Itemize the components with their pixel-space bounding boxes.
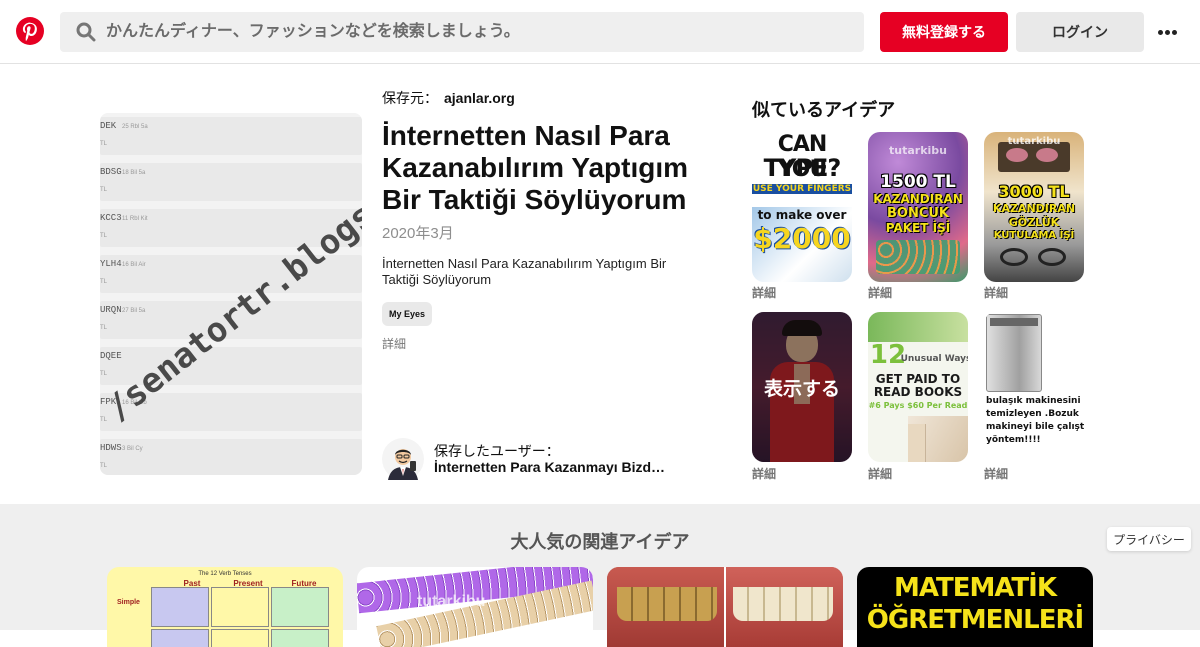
row-code: DEK [100, 121, 117, 131]
row-tl: TL [100, 371, 108, 377]
saved-by-user-name[interactable]: İnternetten Para Kazanmayı Bizd… [434, 459, 674, 475]
related-card-2-watermark: tutarkibu [417, 593, 486, 610]
card-1-line-5: $2000 [753, 222, 851, 255]
pin-image-row: HDWS 3 Bil Cy TL [100, 439, 362, 475]
similar-card-1-details[interactable]: 詳細 [752, 284, 776, 301]
row-code: KCC3 [100, 213, 122, 223]
row-sub: 16 Bil Air [122, 262, 146, 268]
related-ideas-section: 大人気の関連アイデア プライバシー The 12 Verb Tenses Pas… [0, 504, 1200, 647]
pin-date: 2020年3月 [382, 225, 454, 242]
card-5-line-5: #6 Pays $60 Per Read [868, 401, 968, 410]
pin-details-link[interactable]: 詳細 [382, 335, 406, 352]
card-2-line-2: KAZANDIRAN [873, 192, 963, 206]
related-card-4-line-2: ÖĞRETMENLERİ [866, 605, 1084, 635]
card-3-watermark: tutarkibu [1007, 136, 1061, 147]
search-input[interactable] [106, 12, 846, 52]
similar-card-2-details[interactable]: 詳細 [868, 284, 892, 301]
row-sub: 25 Rbl 5a [122, 124, 148, 130]
row-code: HDWS [100, 443, 122, 453]
pin-source: 保存元： ajanlar.org [382, 88, 515, 108]
row-code: YLH4 [100, 259, 122, 269]
similar-card-1[interactable]: CAN YOU TYPE? USE YOUR FINGERS to make o… [752, 132, 852, 282]
row-sub: 11 Rbl Kit [122, 216, 148, 222]
similar-card-2[interactable]: tutarkibu 1500 TL KAZANDIRAN BONCUK PAKE… [868, 132, 968, 282]
card-6-line-3: makineyi bile çalıştıra [986, 422, 1084, 432]
pin-title: İnternetten Nasıl Para Kazanabılırım Yap… [382, 120, 689, 215]
related-card-3[interactable] [607, 567, 843, 647]
top-header: 無料登録する ログイン [0, 0, 1200, 64]
verb-tenses-title: The 12 Verb Tenses [198, 571, 252, 577]
row-sub: 18 Bil 5a [122, 170, 146, 176]
similar-card-3-details[interactable]: 詳細 [984, 284, 1008, 301]
card-6-line-2: temizleyen .Bozuk [986, 409, 1079, 419]
row-tl: TL [100, 279, 108, 285]
avatar[interactable] [382, 438, 424, 480]
row-tl: TL [100, 187, 108, 193]
source-domain-link[interactable]: ajanlar.org [444, 90, 515, 106]
card-1-line-4: to make over [757, 208, 847, 222]
pin-image-row: BDSG 18 Bil 5a TL [100, 163, 362, 201]
card-3-line-4: KUTULAMA İŞİ [993, 230, 1075, 241]
search-icon [76, 22, 96, 42]
similar-card-3[interactable]: tutarkibu 3000 TL KAZANDIRAN GÖZLÜK KUTU… [984, 132, 1084, 282]
card-2-line-1: 1500 TL [880, 172, 956, 192]
card-6-line-1: bulaşık makinesini [986, 396, 1081, 406]
related-ideas-title: 大人気の関連アイデア [510, 532, 690, 552]
saved-by[interactable]: 保存したユーザー： İnternetten Para Kazanmayı Biz… [382, 438, 682, 480]
similar-card-5[interactable]: 12 Unusual Ways GET PAID TO READ BOOKS #… [868, 312, 968, 462]
row-tl: TL [100, 463, 108, 469]
row-code: URQN [100, 305, 122, 315]
login-button[interactable]: ログイン [1016, 12, 1144, 52]
card-3-line-1: 3000 TL [998, 182, 1070, 201]
row-code: DQEE [100, 351, 122, 361]
privacy-button[interactable]: プライバシー [1107, 527, 1191, 551]
card-6-line-4: yöntem!!!! [986, 435, 1041, 445]
related-card-1[interactable]: The 12 Verb Tenses Past Present Future S… [107, 567, 343, 647]
card-2-watermark: tutarkibu [889, 144, 947, 157]
pin-tag[interactable]: My Eyes [382, 302, 433, 326]
row-tl: TL [100, 233, 108, 239]
card-2-line-4: PAKET İŞİ [885, 221, 951, 235]
similar-card-5-details[interactable]: 詳細 [868, 465, 892, 482]
card-3-line-2: KAZANDIRAN [992, 202, 1076, 215]
card-3-line-3: GÖZLÜK [1008, 216, 1060, 229]
similar-card-6-details[interactable]: 詳細 [984, 465, 1008, 482]
signup-button[interactable]: 無料登録する [880, 12, 1008, 52]
search-bar[interactable] [60, 12, 864, 52]
similar-card-6[interactable]: bulaşık makinesini temizleyen .Bozuk mak… [984, 312, 1084, 462]
similar-card-4-details[interactable]: 詳細 [752, 465, 776, 482]
row-tl: TL [100, 417, 108, 423]
row-sub: 3 Bil Cy [122, 446, 143, 452]
similar-ideas-title: 似ているアイデア [752, 100, 896, 120]
saved-by-label: 保存したユーザー： [434, 443, 560, 459]
row-tl: TL [100, 141, 108, 147]
card-2-line-3: BONCUK [886, 206, 949, 221]
related-card-4-line-1: MATEMATİK [893, 573, 1057, 603]
similar-card-4[interactable]: 表示する [752, 312, 852, 462]
source-label: 保存元： [382, 90, 438, 106]
row-sub: 27 Bil 5a [122, 308, 146, 314]
pin-description: İnternetten Nasıl Para Kazanabılırım Yap… [382, 256, 667, 287]
card-5-line-4: READ BOOKS [873, 385, 963, 399]
card-5-line-2: Unusual Ways [900, 354, 968, 364]
show-overlay-label[interactable]: 表示する [752, 374, 852, 401]
more-options-icon[interactable] [1156, 24, 1180, 40]
related-card-2[interactable]: tutarkibu [357, 567, 593, 647]
pinterest-logo-icon[interactable] [16, 17, 44, 45]
related-card-4[interactable]: MATEMATİK ÖĞRETMENLERİ [857, 567, 1093, 647]
card-1-line-2: TYPE? [763, 154, 842, 182]
pin-image[interactable]: DEK 25 Rbl 5a TL BDSG 18 Bil 5a TL KCC3 11 Rbl … [100, 113, 362, 475]
pin-image-row: DEK 25 Rbl 5a TL [100, 117, 362, 155]
row-code: BDSG [100, 167, 122, 177]
row-simple: Simple [117, 599, 140, 606]
card-1-line-3: USE YOUR FINGERS [752, 184, 852, 194]
card-5-line-3: GET PAID TO [875, 372, 961, 386]
row-tl: TL [100, 325, 108, 331]
